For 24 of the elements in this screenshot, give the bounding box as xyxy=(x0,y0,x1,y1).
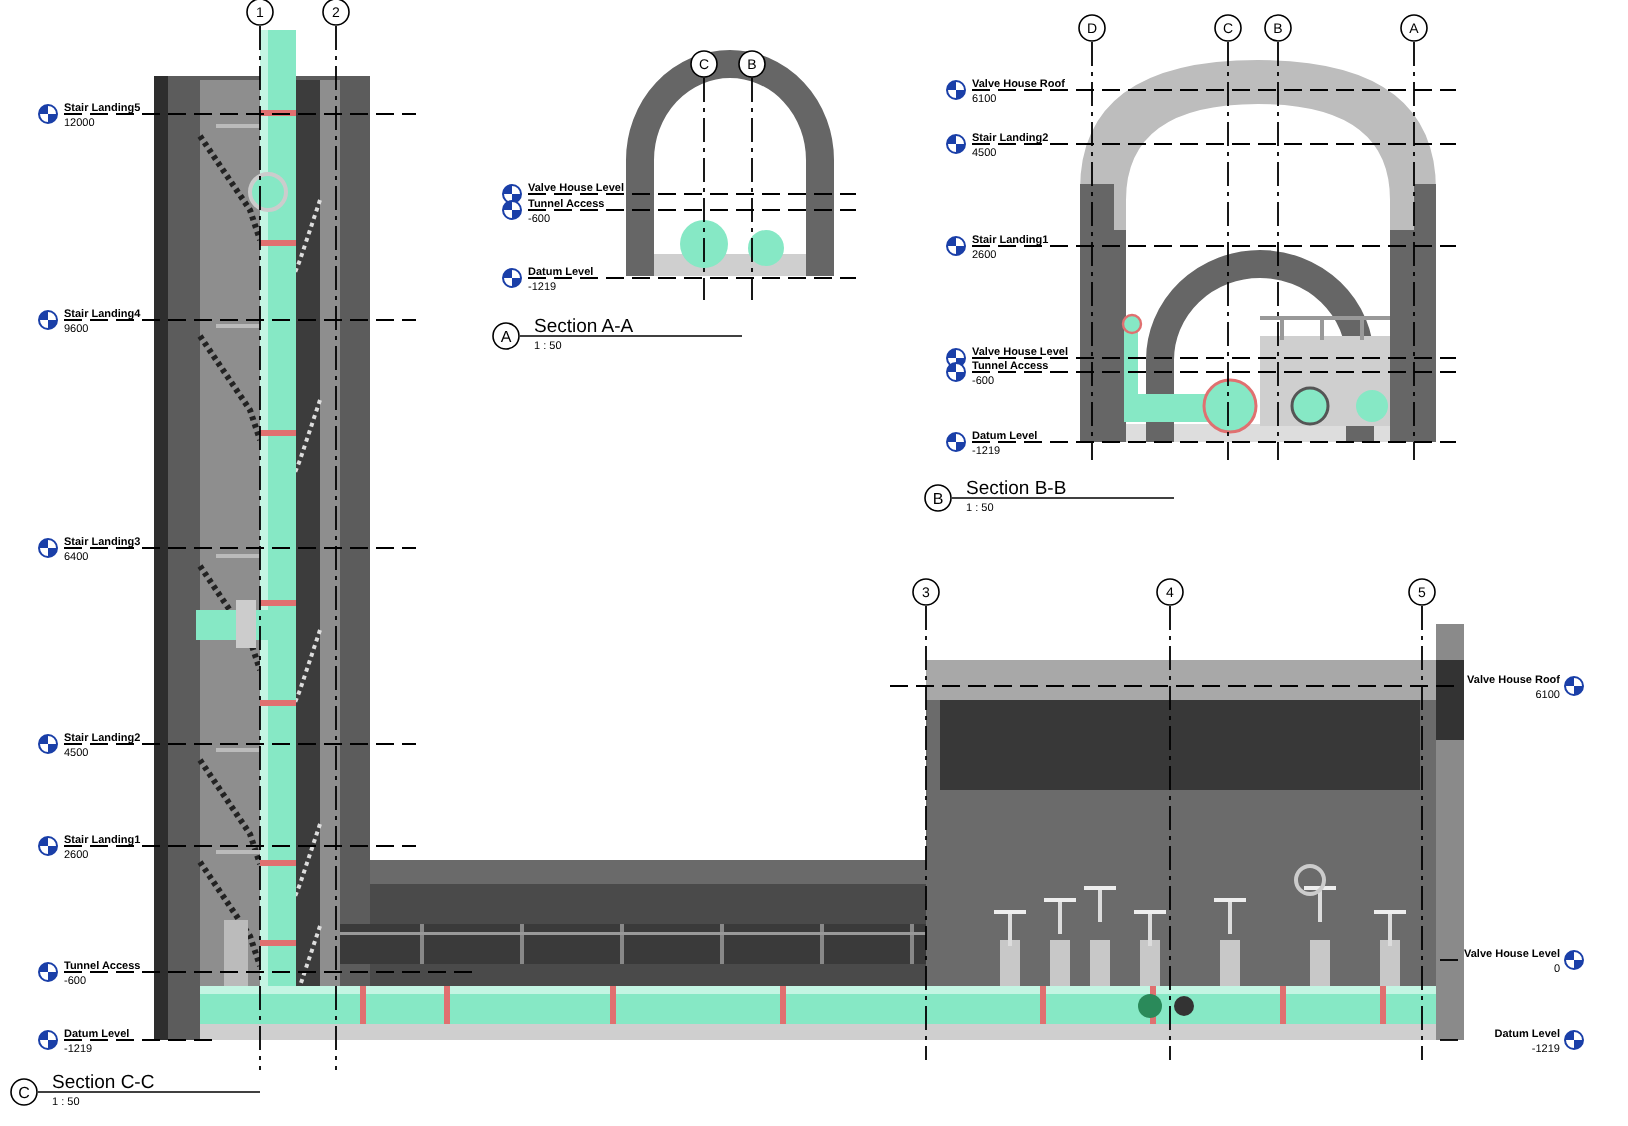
level-marker-icon xyxy=(946,236,966,256)
level-marker-icon xyxy=(38,538,58,558)
section-mark: A xyxy=(492,322,520,350)
level-marker-icon xyxy=(946,80,966,100)
section-title: Section A-A xyxy=(534,316,634,338)
level-marker-icon xyxy=(946,362,966,382)
level-marker-icon xyxy=(946,134,966,154)
level-marker-icon xyxy=(38,104,58,124)
level-marker-icon xyxy=(502,268,522,288)
section-title: Section B-B xyxy=(966,478,1067,500)
level-marker-icon xyxy=(1564,676,1584,696)
level-marker-icon xyxy=(38,1030,58,1050)
level-marker-icon xyxy=(38,310,58,330)
level-marker-icon xyxy=(946,432,966,452)
level-marker-icon xyxy=(1564,1030,1584,1050)
level-marker-icon xyxy=(38,962,58,982)
level-marker-icon xyxy=(1564,950,1584,970)
level-marker-icon xyxy=(38,734,58,754)
section-mark: B xyxy=(924,484,952,512)
section-mark: C xyxy=(10,1078,38,1106)
level-marker-icon xyxy=(502,200,522,220)
level-marker-icon xyxy=(502,184,522,204)
level-marker-icon xyxy=(38,836,58,856)
section-title: Section C-C xyxy=(52,1072,155,1094)
